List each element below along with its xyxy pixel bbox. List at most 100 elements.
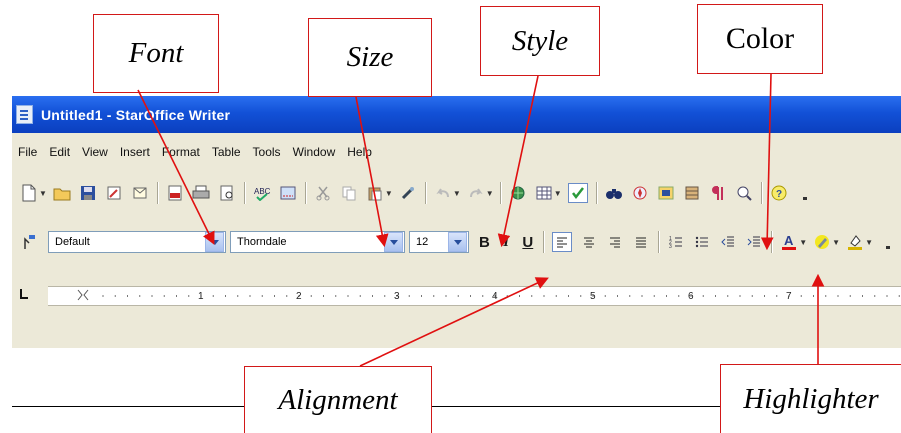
toolbar-overflow-icon[interactable] (879, 233, 897, 251)
nonprinting-characters-icon[interactable] (709, 184, 727, 202)
data-sources-icon[interactable] (683, 184, 701, 202)
menu-insert[interactable]: Insert (114, 145, 156, 159)
align-right-icon[interactable] (606, 233, 624, 251)
font-name-value: Thorndale (237, 236, 287, 248)
spellcheck-icon[interactable]: ABC (253, 184, 271, 202)
save-icon[interactable] (79, 184, 97, 202)
callout-highlighter: Highlighter (720, 364, 901, 433)
paste-icon[interactable] (366, 184, 384, 202)
increase-indent-icon[interactable] (745, 233, 763, 251)
redo-icon[interactable] (467, 184, 485, 202)
baseline-rule (432, 406, 720, 407)
highlighting-icon[interactable] (813, 233, 831, 251)
svg-text:A: A (784, 233, 794, 248)
show-draw-functions-icon[interactable] (567, 183, 588, 203)
chevron-down-icon[interactable] (448, 232, 467, 252)
new-document-icon[interactable] (20, 184, 38, 202)
chevron-down-icon[interactable] (384, 232, 403, 252)
toolbar-separator (543, 231, 545, 253)
align-left-icon[interactable] (552, 232, 573, 252)
export-pdf-icon[interactable] (166, 184, 184, 202)
callout-size: Size (308, 18, 432, 97)
toolbar-separator (499, 182, 501, 204)
help-icon[interactable]: ? (770, 184, 788, 202)
font-size-combo[interactable]: 12 (409, 231, 469, 253)
paragraph-style-combo[interactable]: Default (48, 231, 226, 253)
bold-button[interactable]: B (479, 234, 490, 251)
autospellcheck-icon[interactable] (279, 184, 297, 202)
copy-icon[interactable] (340, 184, 358, 202)
svg-text:ABC: ABC (254, 187, 271, 196)
toolbar-separator (760, 182, 762, 204)
ruler-number: 3 (394, 291, 400, 302)
document-icon (16, 105, 33, 124)
menu-file[interactable]: File (12, 145, 43, 159)
title-bar: Untitled1 - StarOffice Writer (12, 96, 901, 133)
toolbar-overflow-icon[interactable] (796, 184, 814, 202)
menu-view[interactable]: View (76, 145, 114, 159)
svg-text:3: 3 (669, 244, 672, 249)
staroffice-writer-window: Untitled1 - StarOffice Writer File Edit … (12, 96, 901, 348)
menu-window[interactable]: Window (287, 145, 342, 159)
open-folder-icon[interactable] (53, 184, 71, 202)
highlighting-dropdown-icon[interactable]: ▼ (832, 238, 840, 247)
menu-tools[interactable]: Tools (247, 145, 287, 159)
indent-marker-icon (77, 289, 89, 301)
numbering-icon[interactable]: 123 (667, 233, 685, 251)
svg-text:?: ? (776, 189, 782, 200)
styles-formatting-icon[interactable] (20, 233, 38, 251)
undo-icon[interactable] (434, 184, 452, 202)
font-color-dropdown-icon[interactable]: ▼ (799, 238, 807, 247)
italic-button[interactable]: I (502, 234, 511, 251)
toolbar-separator (156, 182, 158, 204)
menu-edit[interactable]: Edit (43, 145, 76, 159)
toolbar-separator (771, 231, 773, 253)
new-dropdown-icon[interactable]: ▼ (39, 189, 47, 198)
background-color-icon[interactable] (846, 233, 864, 251)
ruler-number: 6 (688, 291, 694, 302)
callout-alignment: Alignment (244, 366, 432, 433)
decrease-indent-icon[interactable] (719, 233, 737, 251)
justify-icon[interactable] (632, 233, 650, 251)
font-name-combo[interactable]: Thorndale (230, 231, 405, 253)
font-size-value: 12 (416, 236, 429, 248)
ruler-number: 2 (296, 291, 302, 302)
ruler-number: 7 (786, 291, 792, 302)
paste-dropdown-icon[interactable]: ▼ (385, 189, 393, 198)
tab-stop-icon[interactable] (18, 289, 28, 299)
menu-format[interactable]: Format (156, 145, 206, 159)
edit-file-icon[interactable] (105, 184, 123, 202)
align-center-icon[interactable] (580, 233, 598, 251)
zoom-icon[interactable] (735, 184, 753, 202)
horizontal-ruler[interactable]: 1 2 3 4 5 6 7 (48, 286, 901, 306)
table-icon[interactable] (535, 184, 553, 202)
bullets-icon[interactable] (693, 233, 711, 251)
standard-toolbar: ▼ ABC ▼ ▼ ▼ ▼ ? (12, 173, 901, 213)
find-replace-icon[interactable] (605, 184, 623, 202)
ruler-ticks: 1 2 3 4 5 6 7 (77, 289, 900, 302)
undo-dropdown-icon[interactable]: ▼ (453, 189, 461, 198)
ruler: 1 2 3 4 5 6 7 (12, 274, 901, 314)
underline-button[interactable]: U (522, 234, 533, 251)
redo-dropdown-icon[interactable]: ▼ (486, 189, 494, 198)
formatting-toolbar: Default Thorndale 12 B I U 123 A ▼ ▼ ▼ (12, 222, 901, 262)
font-color-icon[interactable]: A (780, 233, 798, 251)
cut-icon[interactable] (314, 184, 332, 202)
menu-table[interactable]: Table (206, 145, 247, 159)
background-color-dropdown-icon[interactable]: ▼ (865, 238, 873, 247)
ruler-number: 1 (198, 291, 204, 302)
callout-font: Font (93, 14, 219, 93)
gallery-icon[interactable] (657, 184, 675, 202)
hyperlink-icon[interactable] (509, 184, 527, 202)
navigator-icon[interactable] (631, 184, 649, 202)
chevron-down-icon[interactable] (205, 232, 224, 252)
menu-help[interactable]: Help (341, 145, 378, 159)
toolbar-separator (243, 182, 245, 204)
page-preview-icon[interactable] (218, 184, 236, 202)
document-as-email-icon[interactable] (131, 184, 149, 202)
table-dropdown-icon[interactable]: ▼ (554, 189, 562, 198)
print-icon[interactable] (192, 184, 210, 202)
menu-bar: File Edit View Insert Format Table Tools… (12, 140, 901, 164)
clone-formatting-icon[interactable] (399, 184, 417, 202)
toolbar-separator (304, 182, 306, 204)
